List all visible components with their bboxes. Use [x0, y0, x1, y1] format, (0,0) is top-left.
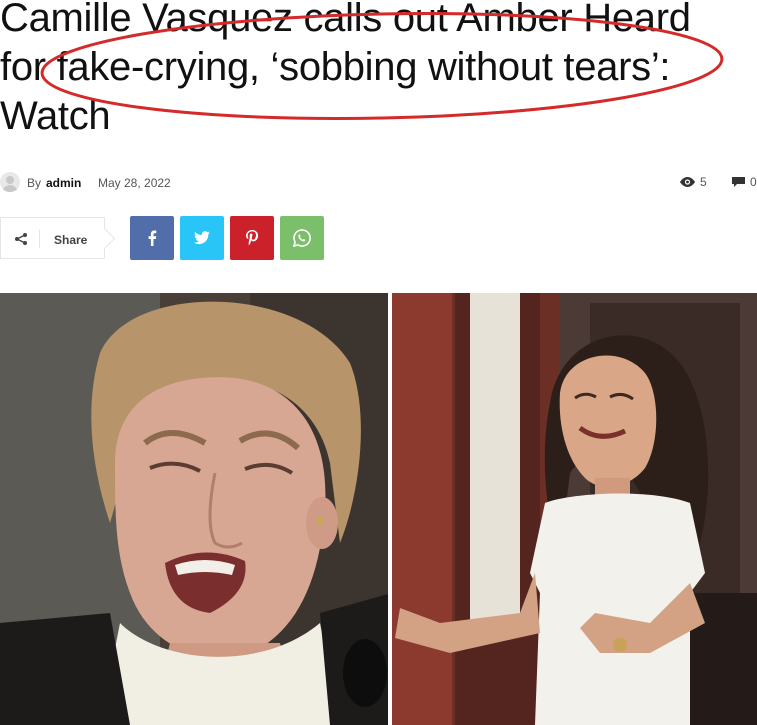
headline-line-2: for fake-crying, ‘sobbing without tears’…	[0, 45, 671, 89]
comment-icon	[732, 177, 745, 187]
facebook-share-button[interactable]	[130, 216, 174, 260]
pinterest-share-button[interactable]	[230, 216, 274, 260]
pinterest-icon	[246, 230, 258, 246]
twitter-share-button[interactable]	[180, 216, 224, 260]
share-icon	[15, 233, 27, 245]
author-link[interactable]: admin	[46, 176, 81, 190]
headline-line-1: Camille Vasquez calls out Amber Heard	[0, 0, 691, 40]
share-divider	[39, 230, 40, 248]
whatsapp-icon	[293, 229, 311, 247]
author-avatar[interactable]	[0, 172, 20, 192]
publish-date: May 28, 2022	[98, 176, 171, 190]
facebook-icon	[148, 230, 157, 246]
views-number: 5	[700, 175, 707, 189]
share-label: Share	[54, 233, 88, 247]
views-count: 5	[680, 175, 707, 189]
share-toggle[interactable]: Share	[0, 217, 105, 259]
article-meta: By admin May 28, 2022 5 0	[0, 170, 757, 194]
eye-icon	[680, 177, 695, 187]
by-label: By	[27, 176, 42, 190]
article-headline: Camille Vasquez calls out Amber Heard fo…	[0, 0, 757, 141]
comments-number: 0	[750, 175, 757, 189]
featured-image	[0, 293, 757, 725]
comments-count[interactable]: 0	[732, 175, 757, 189]
twitter-icon	[194, 231, 210, 245]
headline-line-3: Watch	[0, 94, 111, 138]
whatsapp-share-button[interactable]	[280, 216, 324, 260]
